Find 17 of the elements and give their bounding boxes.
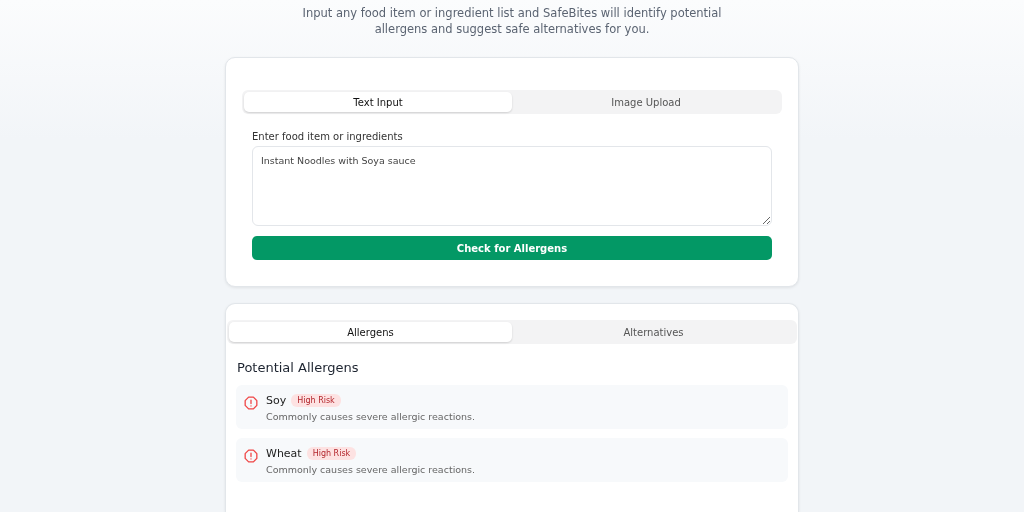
- ingredients-field[interactable]: Instant Noodles with Soya sauce: [252, 146, 772, 226]
- allergen-description: Commonly causes severe allergic reactions.: [266, 464, 476, 475]
- check-button[interactable]: Check for Allergens: [252, 236, 772, 260]
- risk-badge: High Risk: [291, 394, 341, 407]
- tab[interactable]: Allergens: [229, 322, 512, 342]
- tab[interactable]: Image Upload: [512, 92, 780, 112]
- intro-text: Input any food item or ingredient list and SafeBites will identify potential allergens and suggest safe alternatives for you.: [301, 5, 723, 37]
- allergen-name: Soy: [266, 394, 287, 407]
- tab[interactable]: Text Input: [244, 92, 512, 112]
- tab[interactable]: Alternatives: [512, 322, 795, 342]
- risk-badge: High Risk: [306, 447, 357, 460]
- alert-icon: [244, 449, 258, 463]
- alert-icon: [244, 396, 258, 410]
- field-label: Enter food item or ingredients: [252, 131, 404, 142]
- allergen-description: Commonly causes severe allergic reactions.: [266, 411, 476, 422]
- section-heading: Potential Allergens: [237, 360, 360, 375]
- allergen-name: Wheat: [266, 447, 302, 460]
